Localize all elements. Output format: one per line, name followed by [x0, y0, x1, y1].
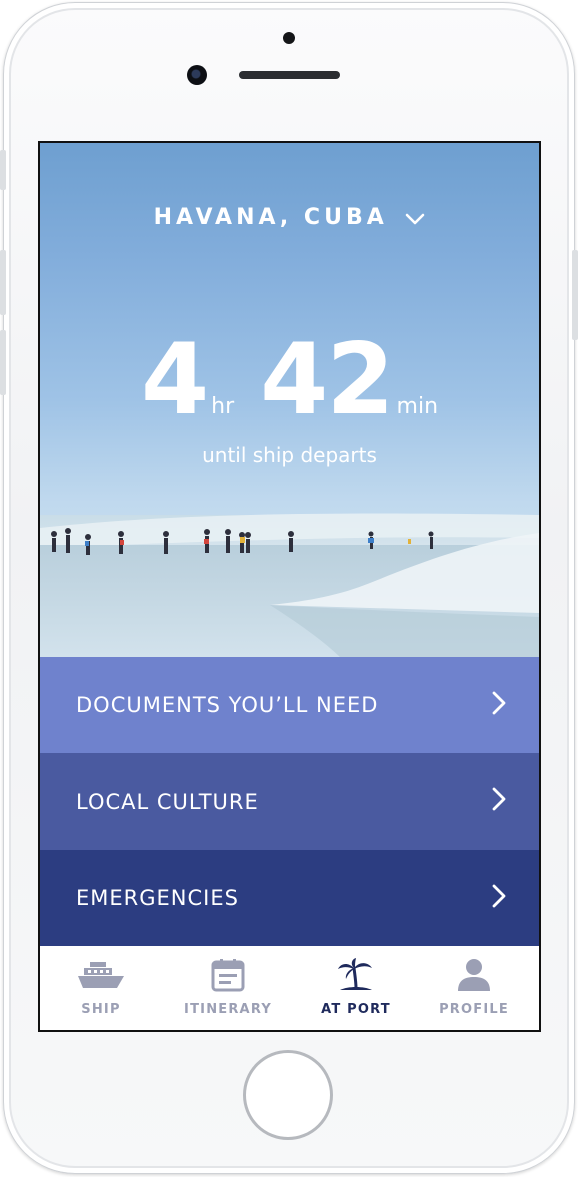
- countdown-hours-unit: hr: [211, 394, 235, 419]
- location-name: HAVANA, CUBA: [153, 205, 388, 230]
- chevron-right-icon: [491, 690, 507, 721]
- home-button[interactable]: [243, 1050, 333, 1140]
- countdown-minutes: 42: [260, 323, 394, 437]
- chevron-right-icon: [491, 883, 507, 914]
- palm-tree-icon: [336, 958, 376, 996]
- tab-itinerary[interactable]: ITINERARY: [168, 958, 288, 1017]
- earpiece-speaker: [239, 71, 340, 79]
- volume-down-button: [0, 330, 6, 395]
- menu-row-label: LOCAL CULTURE: [76, 789, 259, 814]
- chevron-right-icon: [491, 786, 507, 817]
- ship-icon: [77, 962, 125, 996]
- tab-ship-label: SHIP: [81, 1002, 121, 1017]
- calendar-icon: [211, 959, 245, 996]
- tab-at-port-label: AT PORT: [321, 1002, 391, 1017]
- tab-profile-label: PROFILE: [439, 1002, 509, 1017]
- tab-profile[interactable]: PROFILE: [414, 958, 534, 1017]
- mute-switch: [0, 150, 6, 190]
- volume-up-button: [0, 250, 6, 315]
- front-camera-icon: [187, 65, 207, 85]
- tab-itinerary-label: ITINERARY: [184, 1002, 272, 1017]
- bottom-tab-bar: SHIP ITINERARY AT PORT PROFILE: [40, 946, 539, 1030]
- location-selector[interactable]: HAVANA, CUBA: [40, 205, 539, 231]
- countdown-hours: 4: [140, 323, 209, 437]
- power-button: [572, 250, 578, 340]
- menu-row-emergencies[interactable]: EMERGENCIES: [40, 850, 539, 946]
- tab-ship[interactable]: SHIP: [41, 958, 161, 1017]
- person-icon: [456, 959, 492, 996]
- departure-countdown: 4 hr 42 min: [40, 331, 539, 429]
- menu-row-documents[interactable]: DOCUMENTS YOU’LL NEED: [40, 657, 539, 753]
- hero-beach-image: HAVANA, CUBA 4 hr 42 min until ship departs: [40, 143, 539, 657]
- chevron-down-icon: [405, 206, 425, 231]
- tab-at-port[interactable]: AT PORT: [296, 958, 416, 1017]
- app-screen: HAVANA, CUBA 4 hr 42 min until ship departs…: [38, 141, 541, 1032]
- menu-row-local-culture[interactable]: LOCAL CULTURE: [40, 753, 539, 850]
- menu-row-label: EMERGENCIES: [76, 886, 239, 910]
- proximity-sensor: [283, 32, 295, 44]
- menu-row-label: DOCUMENTS YOU’LL NEED: [76, 693, 379, 717]
- countdown-minutes-unit: min: [396, 394, 439, 419]
- countdown-caption: until ship departs: [202, 443, 377, 467]
